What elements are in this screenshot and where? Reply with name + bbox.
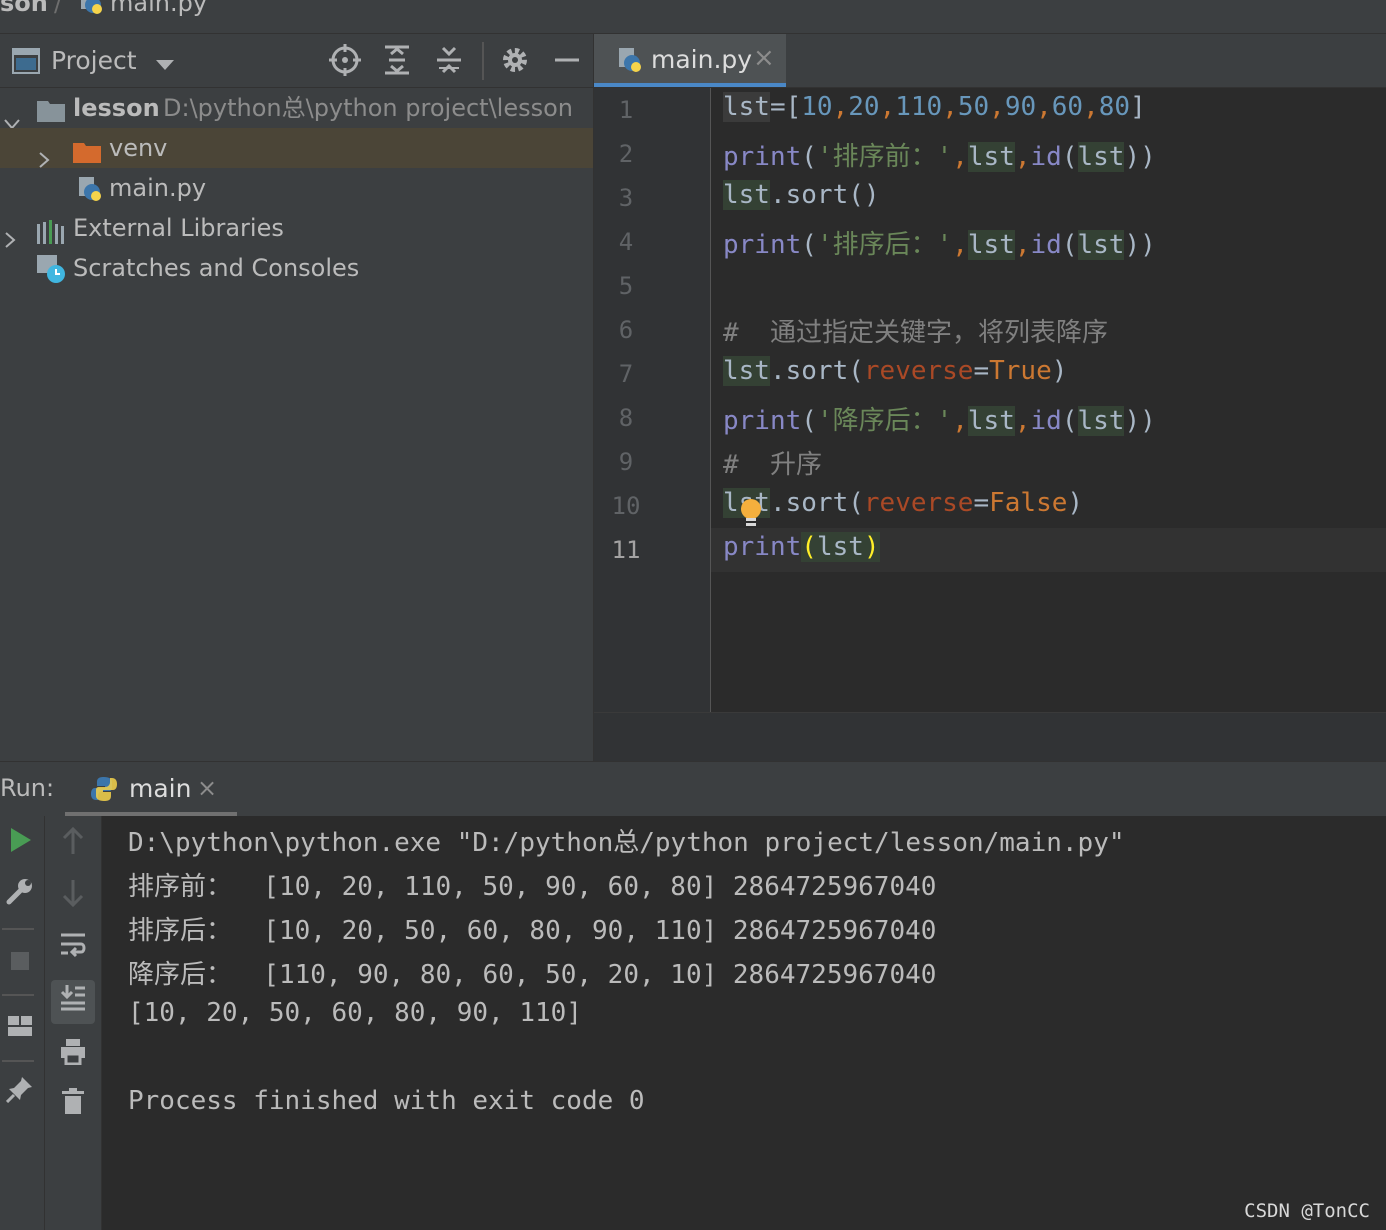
toolbar-divider bbox=[2, 1060, 34, 1062]
code-line-4: print('排序后：',lst,id(lst)) bbox=[723, 230, 1156, 260]
gear-icon[interactable] bbox=[499, 44, 531, 76]
lightbulb-icon[interactable] bbox=[739, 498, 763, 532]
tree-item-lesson[interactable]: lesson D:\python总\python project\lesson bbox=[0, 88, 593, 130]
run-play-icon[interactable] bbox=[0, 824, 40, 864]
code-line-7: lst.sort(reverse=True) bbox=[723, 356, 1068, 386]
python-file-icon bbox=[616, 46, 644, 78]
code-editor[interactable]: lst=[10,20,110,50,90,60,80] print('排序前：'… bbox=[711, 88, 1386, 712]
code-line-1: lst=[10,20,110,50,90,60,80] bbox=[723, 92, 1146, 122]
run-toolbar-secondary bbox=[45, 816, 102, 1230]
project-toolbar: Project bbox=[0, 34, 593, 88]
scroll-to-end-icon[interactable] bbox=[53, 982, 93, 1022]
watermark: CSDN @TonCC bbox=[1244, 1200, 1370, 1222]
line-number: 2 bbox=[618, 140, 634, 168]
run-console[interactable]: D:\python\python.exe "D:/python总/python … bbox=[102, 816, 1386, 1230]
toolbar-divider bbox=[2, 994, 34, 996]
tree-item-label: main.py bbox=[109, 174, 207, 202]
line-number: 6 bbox=[618, 316, 634, 344]
collapse-all-icon[interactable] bbox=[433, 44, 465, 76]
pin-icon[interactable] bbox=[0, 1074, 40, 1114]
code-line-3: lst.sort() bbox=[723, 180, 880, 210]
code-line-6: # 通过指定关键字，将列表降序 bbox=[723, 318, 1108, 348]
tree-item-external-libraries[interactable]: External Libraries bbox=[0, 208, 593, 248]
console-line: 降序后： [110, 90, 80, 60, 50, 20, 10] 28647… bbox=[128, 960, 937, 990]
trash-icon[interactable] bbox=[53, 1086, 93, 1126]
tab-main-py[interactable]: main.py × bbox=[594, 34, 786, 87]
line-number: 4 bbox=[618, 228, 634, 256]
line-number: 3 bbox=[618, 184, 634, 212]
console-line: 排序前： [10, 20, 110, 50, 90, 60, 80] 28647… bbox=[128, 872, 937, 902]
code-line-10: lst.sort(reverse=False) bbox=[723, 488, 1083, 518]
project-panel-title[interactable]: Project bbox=[51, 46, 137, 75]
toolbar-divider bbox=[482, 42, 484, 80]
code-line-9: # 升序 bbox=[723, 450, 822, 480]
tree-item-path: D:\python总\python project\lesson bbox=[163, 94, 573, 122]
editor-footer bbox=[594, 712, 1386, 761]
project-panel: Project lesson D:\python总\python project… bbox=[0, 34, 594, 761]
hide-panel-icon[interactable] bbox=[551, 44, 583, 76]
run-toolbar-primary bbox=[0, 816, 45, 1230]
console-line: 排序后： [10, 20, 50, 60, 80, 90, 110] 28647… bbox=[128, 916, 937, 946]
wrench-icon[interactable] bbox=[0, 876, 40, 916]
line-number: 9 bbox=[618, 448, 634, 476]
project-view-icon bbox=[12, 48, 40, 78]
print-icon[interactable] bbox=[53, 1036, 93, 1076]
tree-item-label: lesson bbox=[73, 94, 160, 122]
editor-tab-bar: main.py × bbox=[594, 34, 1386, 88]
tree-item-venv[interactable]: venv bbox=[0, 128, 593, 168]
tree-item-main-py[interactable]: main.py bbox=[0, 168, 593, 208]
run-label: Run: bbox=[0, 774, 55, 802]
run-tool-header: Run: main × bbox=[0, 761, 1386, 817]
tab-active-indicator bbox=[594, 83, 786, 87]
close-icon[interactable]: × bbox=[753, 43, 775, 73]
breadcrumb-project[interactable]: son bbox=[0, 0, 48, 15]
expand-all-icon[interactable] bbox=[381, 44, 413, 76]
run-tab-label: main bbox=[129, 774, 192, 803]
code-line-11: print(lst) bbox=[723, 532, 880, 562]
line-number: 10 bbox=[611, 492, 641, 520]
arrow-down-icon bbox=[53, 878, 93, 918]
close-icon[interactable]: × bbox=[197, 774, 217, 802]
line-number: 1 bbox=[618, 96, 634, 124]
console-line: Process finished with exit code 0 bbox=[128, 1086, 645, 1116]
python-file-icon bbox=[78, 0, 104, 16]
code-line-8: print('降序后：',lst,id(lst)) bbox=[723, 406, 1156, 436]
arrow-up-icon bbox=[53, 826, 93, 866]
line-number: 7 bbox=[618, 360, 634, 388]
console-line: [10, 20, 50, 60, 80, 90, 110] bbox=[128, 998, 582, 1028]
soft-wrap-icon[interactable] bbox=[53, 930, 93, 970]
line-number: 8 bbox=[618, 404, 634, 432]
tree-item-label: Scratches and Consoles bbox=[73, 254, 360, 282]
editor-gutter: 1 2 3 4 5 6 7 8 9 10 11 bbox=[594, 88, 711, 712]
tree-item-label: venv bbox=[109, 134, 168, 162]
chevron-down-icon[interactable] bbox=[155, 56, 175, 75]
breadcrumb-separator: / bbox=[54, 0, 63, 17]
tab-label: main.py bbox=[651, 45, 753, 74]
python-icon bbox=[90, 775, 118, 807]
line-number: 11 bbox=[611, 536, 641, 564]
breadcrumb: son / main.py bbox=[0, 0, 1386, 34]
toolbar-divider bbox=[2, 928, 34, 930]
scratches-icon bbox=[36, 254, 68, 296]
code-line-2: print('排序前：',lst,id(lst)) bbox=[723, 142, 1156, 172]
tree-item-label: External Libraries bbox=[73, 214, 284, 242]
console-line: D:\python\python.exe "D:/python总/python … bbox=[128, 828, 1125, 858]
tree-item-scratches[interactable]: Scratches and Consoles bbox=[0, 248, 593, 288]
layout-icon[interactable] bbox=[0, 1008, 40, 1048]
breadcrumb-file[interactable]: main.py bbox=[110, 0, 207, 15]
run-tab-main[interactable]: main × bbox=[65, 762, 237, 816]
locate-target-icon[interactable] bbox=[329, 44, 361, 76]
stop-icon bbox=[0, 942, 40, 982]
line-number: 5 bbox=[618, 272, 634, 300]
